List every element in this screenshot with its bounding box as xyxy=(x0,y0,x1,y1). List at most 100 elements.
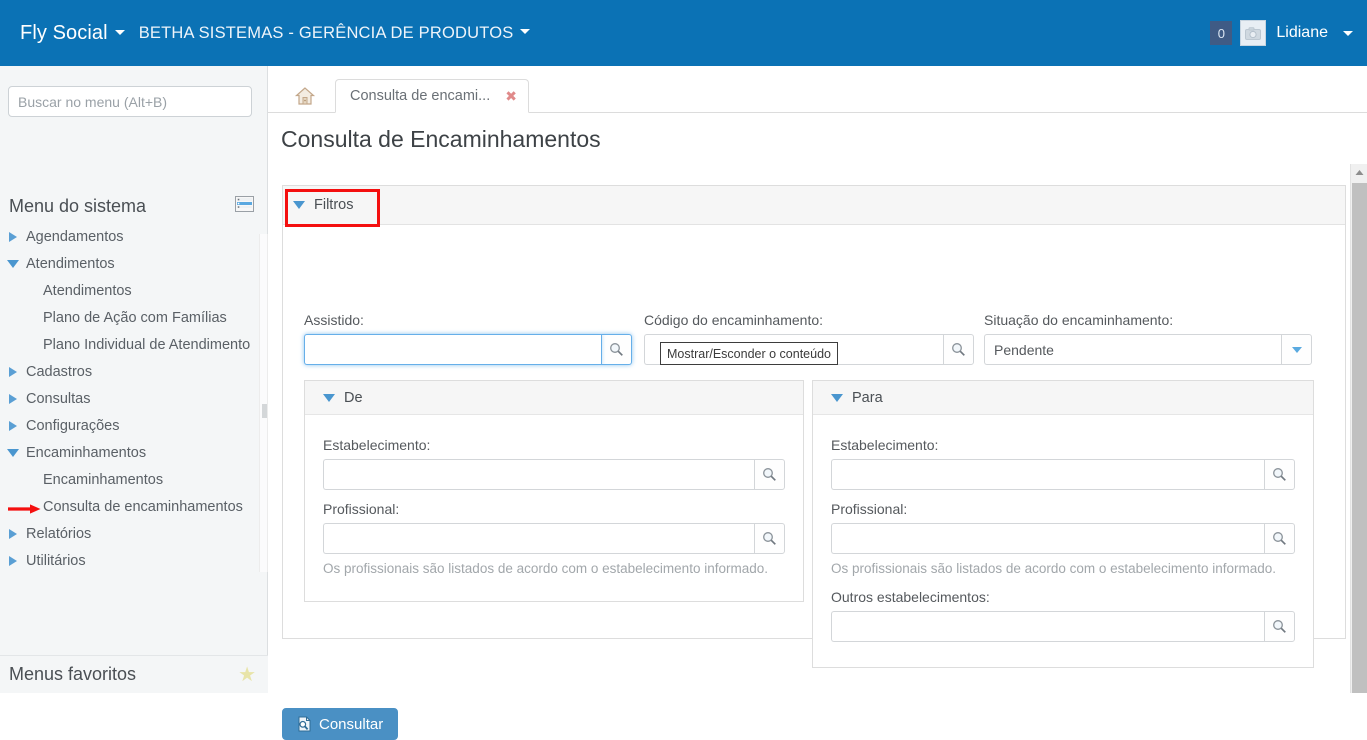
triangle-down-icon xyxy=(7,259,19,268)
para-estabelecimento-field-group xyxy=(831,459,1295,490)
menu-search-input[interactable] xyxy=(8,86,252,117)
sidebar-item-label: Utilitários xyxy=(26,552,86,569)
page-scrollbar[interactable] xyxy=(1350,164,1367,693)
close-icon[interactable]: ✖ xyxy=(505,89,517,103)
chevron-down-icon xyxy=(520,28,531,34)
sidebar-item-atendimentos[interactable]: Atendimentos xyxy=(0,277,268,304)
sidebar-item-agendamentos[interactable]: Agendamentos xyxy=(0,223,268,250)
triangle-right-icon xyxy=(9,366,17,377)
situacao-dropdown-arrow[interactable] xyxy=(1281,334,1312,365)
triangle-right-icon xyxy=(9,420,17,431)
sidebar-item-label: Encaminhamentos xyxy=(43,471,164,488)
sidebar-item-relat-rios[interactable]: Relatórios xyxy=(0,520,268,547)
triangle-down-icon xyxy=(7,448,19,457)
search-icon xyxy=(1273,468,1286,481)
de-panel-header[interactable]: De xyxy=(305,381,803,415)
main-content: Consulta de encami... ✖ Consulta de Enca… xyxy=(268,66,1367,740)
assistido-input[interactable] xyxy=(304,334,601,365)
para-profissional-input[interactable] xyxy=(831,523,1264,554)
para-outros-search-button[interactable] xyxy=(1264,611,1295,642)
de-estabelecimento-input[interactable] xyxy=(323,459,754,490)
brand-menu[interactable]: Fly Social xyxy=(10,22,125,45)
organization-menu[interactable]: BETHA SISTEMAS - GERÊNCIA DE PRODUTOS xyxy=(125,24,531,43)
sidebar-scrollbar[interactable] xyxy=(259,234,268,572)
chevron-down-icon[interactable] xyxy=(1343,30,1353,36)
sidebar-item-consulta-de-encaminhamentos[interactable]: Consulta de encaminhamentos xyxy=(0,493,268,520)
para-profissional-hint: Os profissionais são listados de acordo … xyxy=(831,561,1276,576)
menu-title: Menu do sistema xyxy=(9,195,147,216)
sidebar-item-plano-individual-de-atendimento[interactable]: Plano Individual de Atendimento xyxy=(0,331,268,358)
favorites-title: Menus favoritos xyxy=(9,664,137,684)
de-profissional-field-group xyxy=(323,523,785,554)
assistido-field-group xyxy=(304,334,632,365)
organization-label: BETHA SISTEMAS - GERÊNCIA DE PRODUTOS xyxy=(138,23,514,42)
triangle-right-icon xyxy=(9,393,17,404)
de-estabelecimento-search-button[interactable] xyxy=(754,459,785,490)
search-icon xyxy=(952,343,965,356)
para-profissional-label: Profissional: xyxy=(831,501,908,517)
sidebar-item-label: Consulta de encaminhamentos xyxy=(43,498,243,515)
home-icon xyxy=(294,87,316,105)
app-header: Fly Social BETHA SISTEMAS - GERÊNCIA DE … xyxy=(0,0,1367,66)
scroll-up-button[interactable] xyxy=(1351,164,1367,181)
tab-home[interactable] xyxy=(280,79,330,113)
para-outros-input[interactable] xyxy=(831,611,1264,642)
de-profissional-hint: Os profissionais são listados de acordo … xyxy=(323,561,768,576)
de-label: De xyxy=(344,389,363,406)
search-icon xyxy=(1273,620,1286,633)
sidebar-item-encaminhamentos[interactable]: Encaminhamentos xyxy=(0,466,268,493)
page-title: Consulta de Encaminhamentos xyxy=(281,126,601,152)
para-outros-field-group xyxy=(831,611,1295,642)
brand-label: Fly Social xyxy=(20,21,108,44)
para-panel: Para Estabelecimento: Profissional: Os p… xyxy=(812,380,1314,668)
sidebar-item-configura-es[interactable]: Configurações xyxy=(0,412,268,439)
sidebar-scrollbar-thumb[interactable] xyxy=(262,404,267,418)
tooltip: Mostrar/Esconder o conteúdo xyxy=(660,342,838,365)
tab-consulta-de-encaminhamentos[interactable]: Consulta de encami... ✖ xyxy=(335,79,529,113)
sidebar-item-label: Configurações xyxy=(26,417,120,434)
star-icon[interactable]: ★ xyxy=(238,665,256,685)
consultar-label: Consultar xyxy=(319,715,384,733)
para-profissional-search-button[interactable] xyxy=(1264,523,1295,554)
username-label: Lidiane xyxy=(1276,24,1328,41)
menu-section-header: Menu do sistema xyxy=(0,190,268,222)
avatar[interactable] xyxy=(1240,20,1267,46)
triangle-down-icon xyxy=(293,201,305,209)
sidebar-item-label: Plano Individual de Atendimento xyxy=(43,336,251,353)
de-profissional-search-button[interactable] xyxy=(754,523,785,554)
sidebar: Menu do sistema Agendamentos Atendimentos… xyxy=(0,66,268,693)
chevron-down-icon xyxy=(114,29,125,35)
de-profissional-input[interactable] xyxy=(323,523,754,554)
sidebar-item-cadastros[interactable]: Cadastros xyxy=(0,358,268,385)
para-panel-header[interactable]: Para xyxy=(813,381,1313,415)
filters-label: Filtros xyxy=(314,197,354,213)
consultar-button[interactable]: Consultar xyxy=(282,708,399,740)
notification-badge[interactable]: 0 xyxy=(1210,21,1233,45)
sidebar-item-label: Relatórios xyxy=(26,525,92,542)
assistido-search-button[interactable] xyxy=(601,334,632,365)
sidebar-item-utilit-rios[interactable]: Utilitários xyxy=(0,547,268,573)
assistido-label: Assistido: xyxy=(304,312,364,328)
favorites-section-header[interactable]: Menus favoritos ★ xyxy=(0,655,268,693)
triangle-right-icon xyxy=(9,555,17,566)
sidebar-item-consultas[interactable]: Consultas xyxy=(0,385,268,412)
menu-tree: Agendamentos Atendimentos Atendimentos Plan… xyxy=(0,223,268,573)
para-estabelecimento-search-button[interactable] xyxy=(1264,459,1295,490)
triangle-down-icon xyxy=(831,393,843,402)
sidebar-item-label: Atendimentos xyxy=(43,282,132,299)
para-outros-label: Outros estabelecimentos: xyxy=(831,589,990,605)
list-view-icon[interactable] xyxy=(235,195,254,219)
codigo-search-button[interactable] xyxy=(943,334,974,365)
para-label: Para xyxy=(852,389,883,406)
sidebar-item-plano-de-a-o-com-fam-lias[interactable]: Plano de Ação com Famílias xyxy=(0,304,268,331)
sidebar-item-atendimentos[interactable]: Atendimentos xyxy=(0,250,268,277)
sidebar-item-label: Plano de Ação com Famílias xyxy=(43,309,227,326)
para-estabelecimento-input[interactable] xyxy=(831,459,1264,490)
filters-toggle[interactable]: Filtros xyxy=(293,186,353,224)
triangle-up-icon xyxy=(1355,170,1364,175)
sidebar-item-encaminhamentos[interactable]: Encaminhamentos xyxy=(0,439,268,466)
situacao-label: Situação do encaminhamento: xyxy=(984,312,1174,328)
page-scrollbar-thumb[interactable] xyxy=(1352,183,1367,693)
para-estabelecimento-label: Estabelecimento: xyxy=(831,437,939,453)
situacao-select[interactable]: Pendente xyxy=(984,334,1312,365)
